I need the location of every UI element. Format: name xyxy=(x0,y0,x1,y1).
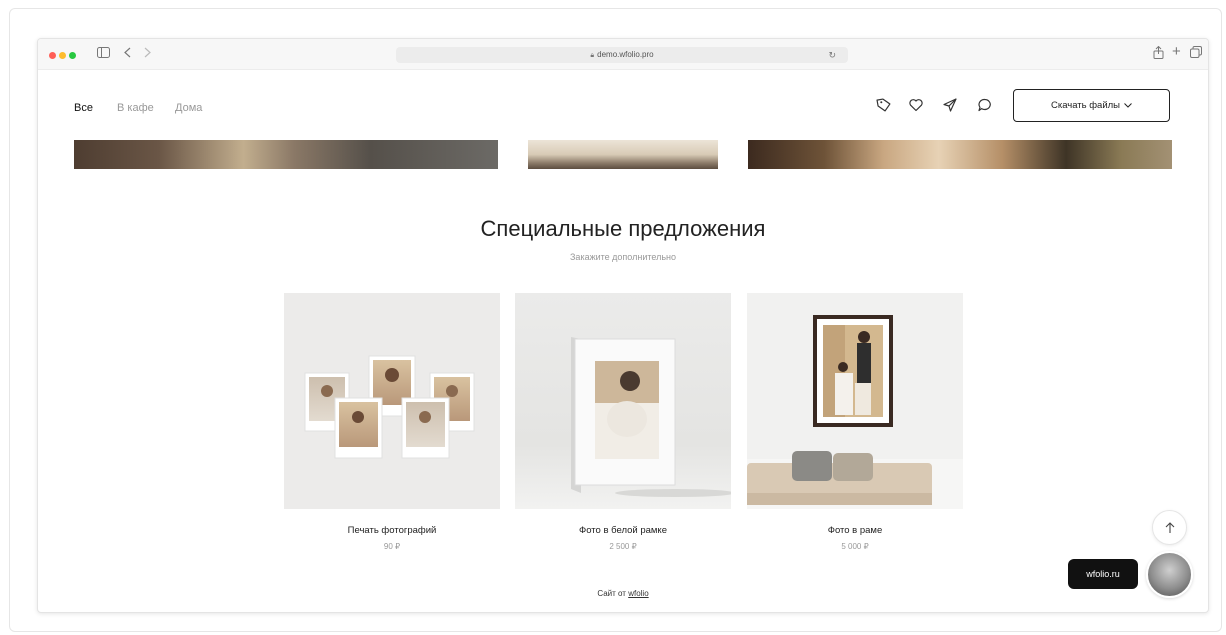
chevron-down-icon xyxy=(1124,103,1132,108)
product-name[interactable]: Печать фотографий xyxy=(284,525,500,536)
product-price: 2 500 ₽ xyxy=(609,542,637,551)
wfolio-badge[interactable]: wfolio.ru xyxy=(1068,559,1138,589)
prints-illustration xyxy=(304,355,475,459)
product-image[interactable] xyxy=(284,293,500,509)
avatar[interactable] xyxy=(1146,551,1193,598)
forward-icon[interactable] xyxy=(144,46,151,62)
product-name[interactable]: Фото в раме xyxy=(747,525,963,536)
comment-icon[interactable] xyxy=(977,97,993,113)
new-tab-icon[interactable]: + xyxy=(1172,44,1181,60)
tag-icon[interactable] xyxy=(876,97,892,113)
browser-window: 🔒︎ demo.wfolio.pro ↻ + Все В кафе Дома С… xyxy=(37,38,1209,613)
share-icon[interactable] xyxy=(1153,45,1164,63)
send-icon[interactable] xyxy=(942,97,958,113)
footer-prefix: Сайт от xyxy=(597,589,626,598)
sidebar-icon[interactable] xyxy=(97,46,110,62)
scroll-to-top-button[interactable] xyxy=(1152,510,1187,545)
product-price: 5 000 ₽ xyxy=(841,542,869,551)
tab-cafe[interactable]: В кафе xyxy=(117,102,154,114)
white-frame-illustration xyxy=(571,337,731,497)
heart-icon[interactable] xyxy=(908,97,924,113)
arrow-up-icon xyxy=(1165,521,1174,533)
tab-home[interactable]: Дома xyxy=(175,102,202,114)
footer-credit: Сайт от wfolio xyxy=(38,589,1208,598)
address-bar[interactable]: 🔒︎ demo.wfolio.pro ↻ xyxy=(396,47,848,63)
framed-illustration xyxy=(747,315,963,509)
gallery-photo[interactable] xyxy=(528,140,718,169)
product-image[interactable] xyxy=(515,293,731,509)
back-icon[interactable] xyxy=(124,46,131,62)
product-card-white-frame[interactable]: Фото в белой рамке 2 500 ₽ xyxy=(515,293,731,551)
product-card-prints[interactable]: Печать фотографий 90 ₽ xyxy=(284,293,500,551)
product-image[interactable] xyxy=(747,293,963,509)
download-files-label: Скачать файлы xyxy=(1050,100,1121,111)
url-text: demo.wfolio.pro xyxy=(597,50,654,59)
tab-all[interactable]: Все xyxy=(74,102,93,114)
site-header: Все В кафе Дома Скачать файлы xyxy=(38,69,1208,139)
reload-icon[interactable]: ↻ xyxy=(828,47,836,63)
product-name[interactable]: Фото в белой рамке xyxy=(515,525,731,536)
maximize-window-button[interactable] xyxy=(69,52,76,59)
gallery-photo[interactable] xyxy=(748,140,1172,169)
download-files-button[interactable]: Скачать файлы xyxy=(1013,89,1170,122)
section-subtitle: Закажите дополнительно xyxy=(570,252,676,262)
minimize-window-button[interactable] xyxy=(59,52,66,59)
footer-link[interactable]: wfolio xyxy=(628,589,648,598)
tabs-icon[interactable] xyxy=(1190,46,1202,62)
browser-toolbar: 🔒︎ demo.wfolio.pro ↻ + xyxy=(38,39,1208,70)
close-window-button[interactable] xyxy=(49,52,56,59)
product-card-framed[interactable]: Фото в раме 5 000 ₽ xyxy=(747,293,963,551)
gallery-photo[interactable] xyxy=(74,140,498,169)
lock-icon: 🔒︎ xyxy=(590,52,595,59)
product-price: 90 ₽ xyxy=(383,542,401,551)
section-title: Специальные предложения xyxy=(480,216,766,241)
